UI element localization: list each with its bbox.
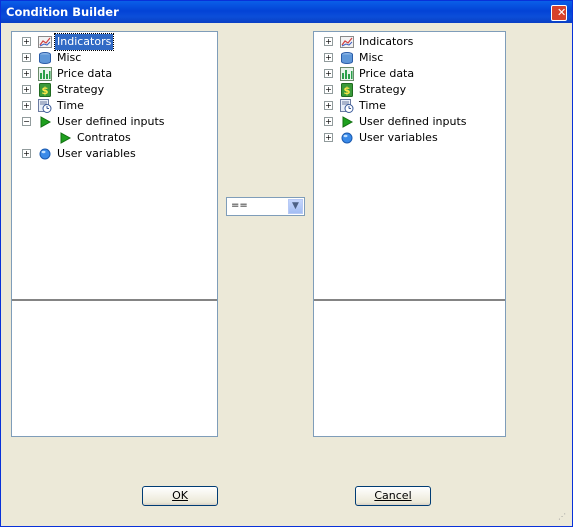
indicators-icon xyxy=(340,35,354,49)
expand-icon[interactable]: + xyxy=(22,69,31,78)
tree-item-misc[interactable]: + Misc xyxy=(12,50,217,66)
right-description-area xyxy=(314,302,505,436)
play-icon xyxy=(58,131,72,145)
ok-button[interactable]: OK xyxy=(142,486,218,506)
expand-icon[interactable]: + xyxy=(22,85,31,94)
tree-item-label: Indicators xyxy=(359,35,414,48)
left-tree[interactable]: + Indicators + Misc + Price data + $ Strategy + Ti… xyxy=(12,32,217,300)
collapse-icon[interactable]: − xyxy=(22,117,31,126)
tree-item-label: User variables xyxy=(57,147,136,160)
tree-item-label: User defined inputs xyxy=(359,115,467,128)
tree-item-label: Contratos xyxy=(77,131,131,144)
title-bar[interactable]: Condition Builder ✕ xyxy=(1,1,572,23)
left-tree-panel[interactable]: + Indicators + Misc + Price data + $ Strategy + Ti… xyxy=(11,31,218,437)
tree-item-user-defined-inputs[interactable]: + User defined inputs xyxy=(314,114,505,130)
tree-item-price-data[interactable]: + Price data xyxy=(12,66,217,82)
tree-item-label: Indicators xyxy=(53,33,115,51)
time-icon xyxy=(38,99,52,113)
tree-item-indicators[interactable]: + Indicators xyxy=(12,33,217,51)
misc-icon xyxy=(340,51,354,65)
resize-grip-icon[interactable]: ⋰ xyxy=(558,512,568,522)
tree-item-misc[interactable]: + Misc xyxy=(314,50,505,66)
left-description-area xyxy=(12,302,217,436)
play-icon xyxy=(340,115,354,129)
tree-item-user-defined-inputs[interactable]: − User defined inputs xyxy=(12,114,217,130)
expand-icon[interactable]: + xyxy=(22,101,31,110)
expand-icon[interactable]: + xyxy=(324,53,333,62)
tree-item-label: Time xyxy=(359,99,386,112)
svg-text:$: $ xyxy=(344,86,351,97)
globe-icon xyxy=(38,147,52,161)
tree-item-strategy[interactable]: + $ Strategy xyxy=(314,82,505,98)
tree-item-label: Strategy xyxy=(359,83,407,96)
close-icon[interactable]: ✕ xyxy=(551,5,567,21)
tree-item-label: Misc xyxy=(57,51,82,64)
price-data-icon xyxy=(340,67,354,81)
tree-item-user-variables[interactable]: + User variables xyxy=(314,130,505,146)
price-data-icon xyxy=(38,67,52,81)
tree-item-label: Strategy xyxy=(57,83,105,96)
tree-item-label: Time xyxy=(57,99,84,112)
svg-text:$: $ xyxy=(42,86,49,97)
cancel-button[interactable]: Cancel xyxy=(355,486,431,506)
tree-item-indicators[interactable]: + Indicators xyxy=(314,34,505,50)
expand-icon[interactable]: + xyxy=(324,101,333,110)
tree-item-label: Price data xyxy=(359,67,415,80)
tree-item-contratos[interactable]: Contratos xyxy=(12,130,217,146)
right-tree-panel[interactable]: + Indicators + Misc + Price data + $ Strategy + Ti… xyxy=(313,31,506,437)
expand-icon[interactable]: + xyxy=(324,85,333,94)
time-icon xyxy=(340,99,354,113)
tree-item-label: Misc xyxy=(359,51,384,64)
expand-icon[interactable]: + xyxy=(22,53,31,62)
play-icon xyxy=(38,115,52,129)
condition-builder-window: Condition Builder ✕ + Indicators + Misc + Pri… xyxy=(0,0,573,527)
tree-item-label: User variables xyxy=(359,131,438,144)
window-title: Condition Builder xyxy=(6,5,119,19)
operator-combobox[interactable]: == ▼ xyxy=(226,197,305,216)
expand-icon[interactable]: + xyxy=(324,69,333,78)
misc-icon xyxy=(38,51,52,65)
expand-icon[interactable]: + xyxy=(324,37,333,46)
expand-icon[interactable]: + xyxy=(324,117,333,126)
operator-value: == xyxy=(231,200,248,211)
tree-item-strategy[interactable]: + $ Strategy xyxy=(12,82,217,98)
expand-icon[interactable]: + xyxy=(22,149,31,158)
tree-item-time[interactable]: + Time xyxy=(314,98,505,114)
indicators-icon xyxy=(38,35,52,49)
tree-item-label: Price data xyxy=(57,67,113,80)
tree-item-user-variables[interactable]: + User variables xyxy=(12,146,217,162)
strategy-icon: $ xyxy=(340,83,354,97)
tree-item-label: User defined inputs xyxy=(57,115,165,128)
right-tree[interactable]: + Indicators + Misc + Price data + $ Strategy + Ti… xyxy=(314,32,505,300)
tree-item-time[interactable]: + Time xyxy=(12,98,217,114)
tree-item-price-data[interactable]: + Price data xyxy=(314,66,505,82)
globe-icon xyxy=(340,131,354,145)
strategy-icon: $ xyxy=(38,83,52,97)
expand-icon[interactable]: + xyxy=(22,37,31,46)
expand-icon[interactable]: + xyxy=(324,133,333,142)
chevron-down-icon[interactable]: ▼ xyxy=(288,199,303,214)
